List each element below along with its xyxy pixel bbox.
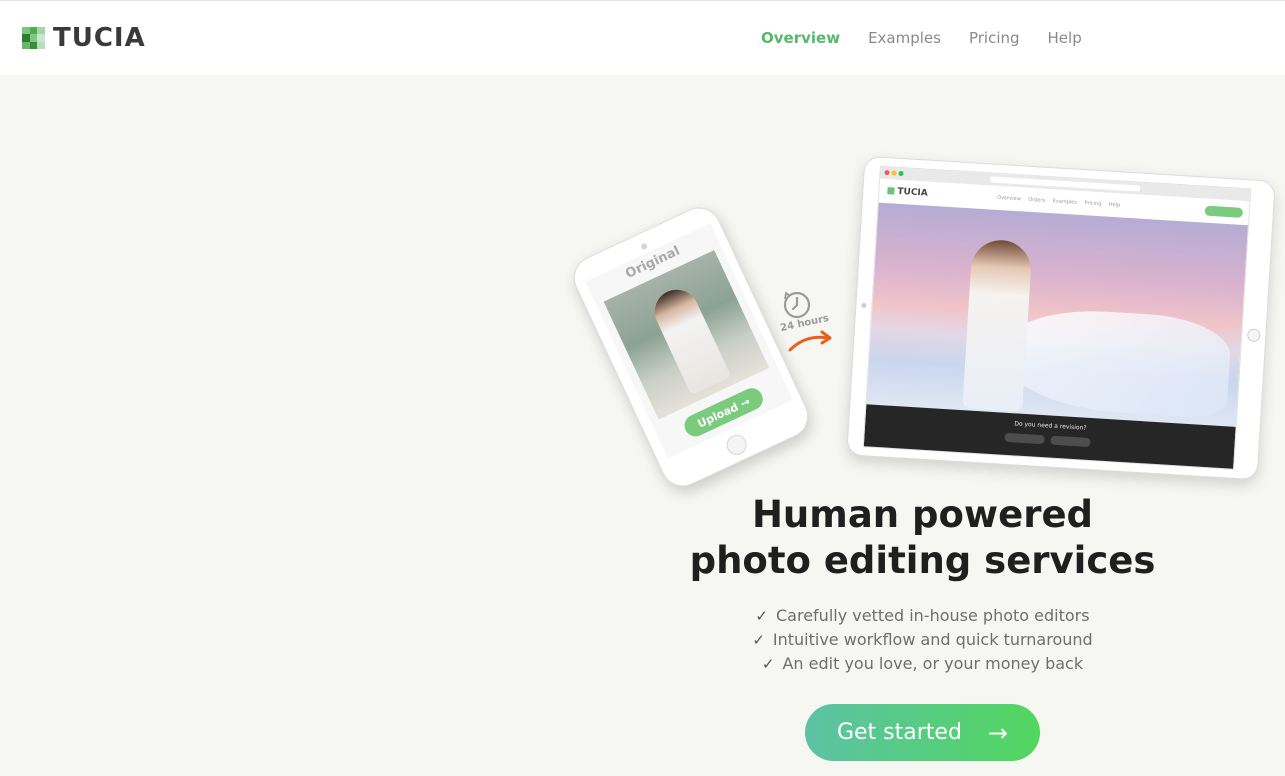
tablet-home-button <box>1246 328 1261 343</box>
feature-text: Carefully vetted in-house photo editors <box>776 606 1090 625</box>
hero-title-line2: photo editing services <box>689 539 1156 582</box>
tablet-nav-links: Overview Orders Examples Pricing Help <box>997 194 1121 209</box>
turnaround-indicator: 24 hours <box>778 288 838 358</box>
feature-list: ✓ Carefully vetted in-house photo editors… <box>700 604 1145 676</box>
nav-help[interactable]: Help <box>1048 29 1082 47</box>
clock-icon <box>783 291 811 319</box>
site-header: TUCIA Overview Examples Pricing Help <box>0 0 1285 75</box>
logo-link[interactable]: TUCIA <box>22 23 146 53</box>
check-icon: ✓ <box>752 631 765 649</box>
hero-title: Human powered photo editing services <box>680 492 1165 584</box>
feature-item: ✓ Intuitive workflow and quick turnaround <box>700 628 1145 652</box>
tablet-screen: TUCIA Overview Orders Examples Pricing H… <box>862 165 1252 470</box>
revision-request-button <box>1004 432 1045 445</box>
tablet-logo: TUCIA <box>887 186 928 199</box>
couple-figure <box>647 282 732 396</box>
hero-title-line1: Human powered <box>751 493 1094 536</box>
phone-camera <box>640 242 649 251</box>
brand-name: TUCIA <box>53 23 146 53</box>
tablet-upload-button <box>1204 205 1244 218</box>
check-icon: ✓ <box>761 655 775 673</box>
flowing-dress <box>996 305 1233 420</box>
tucia-logo-icon <box>22 26 45 50</box>
main-nav: Overview Examples Pricing Help <box>761 29 1110 47</box>
phone-screen: Original Upload → <box>585 223 793 459</box>
nav-pricing[interactable]: Pricing <box>969 29 1020 47</box>
revision-approve-button <box>1050 435 1091 448</box>
arrow-right-icon: → <box>987 718 1009 747</box>
feature-text: Intuitive workflow and quick turnaround <box>772 630 1093 649</box>
feature-text: An edit you love, or your money back <box>782 654 1084 673</box>
feature-item: ✓ An edit you love, or your money back <box>700 652 1145 676</box>
get-started-label: Get started <box>836 720 962 745</box>
curved-arrow-icon <box>788 330 832 352</box>
nav-overview[interactable]: Overview <box>761 29 840 47</box>
check-icon: ✓ <box>755 607 768 625</box>
feature-item: ✓ Carefully vetted in-house photo editors <box>700 604 1145 628</box>
tablet-camera <box>861 302 867 309</box>
tablet-illustration: TUCIA Overview Orders Examples Pricing H… <box>846 155 1276 481</box>
phone-home-button <box>723 431 750 459</box>
nav-examples[interactable]: Examples <box>868 29 941 47</box>
couple-figure <box>962 238 1033 412</box>
edited-wedding-photo <box>866 202 1249 427</box>
get-started-button[interactable]: Get started → <box>805 704 1040 761</box>
